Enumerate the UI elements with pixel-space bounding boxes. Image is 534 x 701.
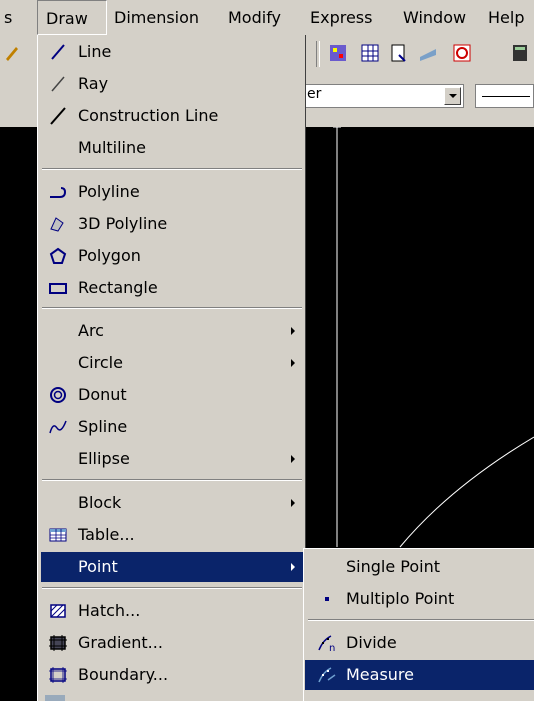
menu-item-polygon[interactable]: Polygon	[41, 241, 304, 271]
submenu-item-label: Divide	[346, 633, 397, 652]
rectangle-icon	[49, 283, 67, 294]
boundary-icon	[49, 667, 67, 683]
point-submenu: Single Point Multiplo Point n Divide Mea…	[303, 548, 534, 701]
menu-item-label: Line	[78, 42, 112, 61]
linetype-combo[interactable]	[475, 84, 534, 108]
menu-separator	[42, 168, 302, 170]
line-icon	[51, 44, 65, 60]
arc-entity	[399, 436, 534, 548]
menu-item-label: 3D Polyline	[78, 214, 168, 233]
submenu-arrow-icon	[291, 563, 295, 571]
submenu-item-label: Measure	[346, 665, 414, 684]
layer-combo[interactable]: er	[300, 84, 464, 108]
hatch-icon	[50, 604, 66, 618]
menu-item-label: Spline	[78, 417, 128, 436]
polyline-icon	[50, 187, 67, 198]
menu-item-circle[interactable]: Circle	[41, 348, 304, 378]
linetype-preview	[482, 96, 530, 97]
submenu-item-divide[interactable]: n Divide	[305, 628, 534, 658]
menu-item-label: Construction Line	[78, 106, 219, 125]
submenu-item-measure[interactable]: Measure	[305, 660, 534, 690]
region-icon	[45, 695, 65, 701]
menu-item-label: Gradient...	[78, 633, 163, 652]
menu-item-hatch[interactable]: Hatch...	[41, 596, 304, 626]
menu-item-label: Polyline	[78, 182, 140, 201]
menu-item-spline[interactable]: Spline	[41, 412, 304, 442]
layer-dropdown-button[interactable]	[444, 87, 461, 105]
menu-separator	[42, 479, 302, 481]
menu-tools-fragment[interactable]: s	[0, 0, 24, 35]
ray-icon	[51, 76, 65, 92]
menu-item-arc[interactable]: Arc	[41, 316, 304, 346]
chevron-down-icon	[449, 94, 457, 98]
menu-item-point[interactable]: Point	[41, 552, 304, 582]
menu-item-label: Ray	[78, 74, 109, 93]
menu-bar: s Draw Dimension Modify Express Window H…	[0, 0, 534, 35]
table-icon	[49, 528, 67, 542]
svg-text:n: n	[329, 643, 335, 652]
menu-separator	[42, 587, 302, 589]
menu-item-3d-polyline[interactable]: 3D Polyline	[41, 209, 304, 239]
submenu-item-label: Multiplo Point	[346, 589, 455, 608]
menu-item-label: Rectangle	[78, 278, 158, 297]
draw-menu: Line Ray Construction Line Multiline Pol…	[37, 35, 306, 701]
menu-express[interactable]: Express	[310, 0, 372, 35]
spline-icon	[49, 420, 67, 434]
menu-item-label: Multiline	[78, 138, 146, 157]
menu-item-label: Hatch...	[78, 601, 141, 620]
divide-icon: n	[318, 635, 335, 652]
3d-polyline-icon	[50, 217, 64, 232]
tool-palettes-icon[interactable]	[360, 43, 380, 63]
submenu-arrow-icon	[291, 455, 295, 463]
menu-separator	[42, 307, 302, 309]
match-properties-icon[interactable]	[2, 43, 22, 63]
menu-dimension[interactable]: Dimension	[114, 0, 199, 35]
submenu-item-multiple-point[interactable]: Multiplo Point	[305, 584, 534, 614]
sheet-set-icon[interactable]	[389, 43, 409, 63]
layer-text: er	[307, 86, 322, 102]
menu-draw[interactable]: Draw	[37, 0, 107, 35]
menu-item-gradient[interactable]: Gradient...	[41, 628, 304, 658]
menu-item-label: Ellipse	[78, 449, 130, 468]
menu-item-rectangle[interactable]: Rectangle	[41, 273, 304, 303]
toolbar-separator	[316, 41, 320, 67]
submenu-item-single-point[interactable]: Single Point	[305, 552, 534, 582]
menu-item-label: Block	[78, 493, 122, 512]
menu-item-label: Polygon	[78, 246, 141, 265]
menu-item-line[interactable]: Line	[41, 37, 304, 67]
menu-item-donut[interactable]: Donut	[41, 380, 304, 410]
menu-item-label: Circle	[78, 353, 123, 372]
donut-icon	[50, 387, 66, 403]
menu-item-multiline[interactable]: Multiline	[41, 133, 304, 163]
point-icon	[325, 597, 329, 601]
menu-item-label: Point	[78, 557, 118, 576]
markup-set-icon[interactable]	[418, 43, 438, 63]
menu-item-polyline[interactable]: Polyline	[41, 177, 304, 207]
gradient-icon	[49, 635, 67, 651]
polygon-icon	[49, 247, 67, 264]
menu-item-label: Arc	[78, 321, 104, 340]
submenu-arrow-icon	[291, 327, 295, 335]
menu-item-label: Donut	[78, 385, 127, 404]
menu-modify[interactable]: Modify	[228, 0, 281, 35]
menu-item-ellipse[interactable]: Ellipse	[41, 444, 304, 474]
menu-item-construction-line[interactable]: Construction Line	[41, 101, 304, 131]
menu-window[interactable]: Window	[403, 0, 466, 35]
menu-item-label: Table...	[78, 525, 135, 544]
menu-help[interactable]: Help	[488, 0, 524, 35]
menu-item-boundary[interactable]: Boundary...	[41, 660, 304, 690]
measure-icon	[318, 667, 336, 683]
submenu-arrow-icon	[291, 359, 295, 367]
construction-line-icon	[50, 107, 66, 125]
menu-item-block[interactable]: Block	[41, 488, 304, 518]
submenu-item-label: Single Point	[346, 557, 440, 576]
menu-item-table[interactable]: Table...	[41, 520, 304, 550]
submenu-arrow-icon	[291, 499, 295, 507]
calculator-icon[interactable]	[510, 43, 530, 63]
quickcalc-icon[interactable]	[452, 43, 472, 63]
menu-item-ray[interactable]: Ray	[41, 69, 304, 99]
menu-item-label: Boundary...	[78, 665, 169, 684]
submenu-separator	[308, 619, 534, 621]
design-center-icon[interactable]	[328, 43, 348, 63]
